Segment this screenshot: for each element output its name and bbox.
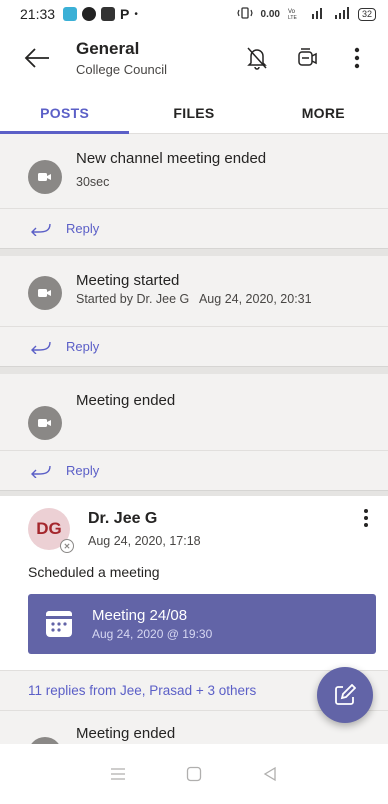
post-timestamp: Aug 24, 2020, 17:18 [88,534,201,548]
status-notification-icons: P • [63,6,138,22]
signal-4g-icon [308,7,326,21]
event-title: Meeting ended [76,392,176,409]
event-title: New channel meeting ended [76,150,267,167]
compose-icon [335,684,356,705]
meeting-invite-card[interactable]: Meeting 24/08 Aug 24, 2020 @ 19:30 [28,594,376,654]
meeting-avatar [28,160,62,194]
post-author: Dr. Jee G [88,510,158,527]
status-bar: 21:33 P • 0.00 Vo LTE 32 [0,0,388,28]
reply-arrow-icon [31,223,51,236]
meeting-avatar [28,737,62,744]
status-time: 21:33 [20,6,56,22]
net-speed: 0.00 [260,8,280,20]
menu-nav-button[interactable] [106,762,130,786]
channel-header: General College Council [0,28,388,88]
tab-files[interactable]: FILES [129,92,258,133]
divider [0,366,388,374]
posts-feed[interactable]: New channel meeting ended 30sec Reply Me… [0,134,388,744]
header-actions [244,45,370,71]
back-nav-button[interactable] [258,762,282,786]
presence-offline-icon: ✕ [60,539,74,553]
reply-arrow-icon [31,465,51,478]
reply-button[interactable]: Reply [0,208,388,248]
post-header: DG ✕ Dr. Jee G Aug 24, 2020, 17:18 [0,508,388,553]
more-options-button[interactable] [344,45,370,71]
meeting-event-card: New channel meeting ended 30sec Reply [0,134,388,248]
meeting-avatar [28,276,62,310]
new-post-button[interactable] [317,667,373,723]
meeting-title: Meeting 24/08 [92,607,188,624]
calendar-icon [46,611,72,637]
list-item: Meeting ended [0,374,388,440]
meeting-time: Aug 24, 2020 @ 19:30 [92,627,213,641]
divider [0,248,388,256]
avatar[interactable]: DG ✕ [28,508,74,553]
menu-icon [111,768,125,780]
reply-button[interactable]: Reply [0,326,388,366]
dot-icon: • [134,8,138,20]
triangle-back-icon [263,766,276,782]
channel-tabs: POSTS FILES MORE [0,92,388,134]
list-item: New channel meeting ended 30sec [0,134,388,194]
video-icon [38,289,51,297]
list-item: Meeting started Started by Dr. Jee G Aug… [0,256,388,310]
avatar-initials: DG [36,519,62,538]
news-notification-icon [101,7,116,21]
vibrate-icon [236,7,253,21]
more-vertical-icon [364,509,368,527]
video-icon [38,173,51,181]
reply-button[interactable]: Reply [0,450,388,490]
svg-text:LTE: LTE [288,15,297,19]
meeting-event-card: Meeting started Started by Dr. Jee G Aug… [0,256,388,366]
post-card: DG ✕ Dr. Jee G Aug 24, 2020, 17:18 Sched… [0,496,388,670]
signal-icon [334,7,350,21]
app-notification-icon [63,7,78,21]
reply-label: Reply [66,221,100,236]
tab-more[interactable]: MORE [259,92,388,133]
back-button[interactable] [22,43,52,73]
event-details: Started by Dr. Jee G Aug 24, 2020, 20:31 [76,292,312,306]
header-titles: General College Council [76,39,167,77]
meeting-event-card: Meeting ended Reply [0,374,388,490]
post-text: Scheduled a meeting [28,564,160,580]
reply-label: Reply [66,339,100,354]
reply-arrow-icon [31,341,51,354]
tab-posts[interactable]: POSTS [0,92,130,134]
channel-title: General [76,39,140,58]
event-duration: 30sec [76,175,110,189]
home-nav-button[interactable] [182,762,206,786]
post-more-button[interactable] [356,508,376,533]
arrow-left-icon [24,48,49,68]
video-icon [38,419,51,427]
bell-off-icon [247,47,267,70]
parking-notification-icon: P [120,6,130,22]
chat-notification-icon [82,7,97,21]
status-right: 0.00 Vo LTE 32 [236,7,376,21]
reply-label: Reply [66,463,100,478]
battery-indicator: 32 [357,7,376,21]
event-title: Meeting ended [76,725,176,742]
system-nav-bar [0,744,388,804]
meeting-avatar [28,406,62,440]
more-vertical-icon [354,47,360,69]
meet-now-button[interactable] [294,45,320,71]
team-name: College Council [76,62,168,77]
volte-icon: Vo LTE [288,7,300,21]
video-camera-icon [298,48,317,66]
event-title: Meeting started [76,272,180,289]
mute-notifications-button[interactable] [244,45,270,71]
home-square-icon [186,766,202,782]
